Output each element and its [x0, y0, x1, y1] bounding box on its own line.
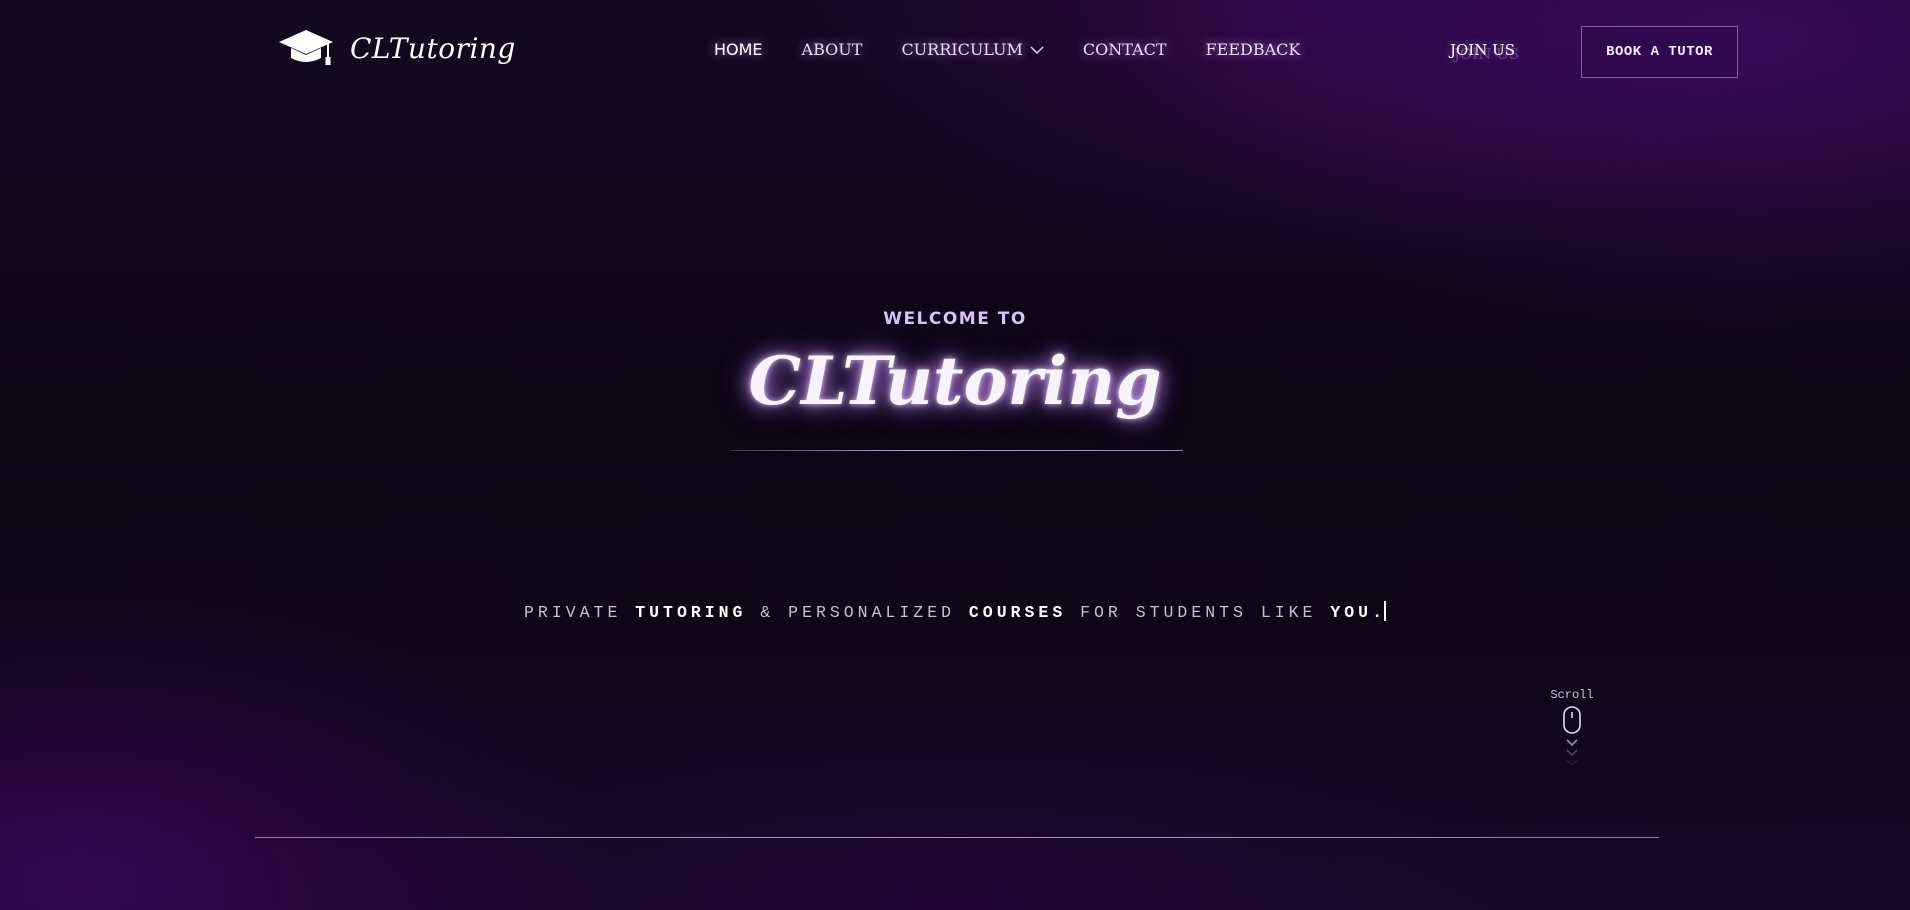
chevron-down-icon	[1566, 739, 1578, 747]
scroll-label: Scroll	[1550, 688, 1594, 702]
chevron-down-icon	[1030, 46, 1044, 54]
logo[interactable]: CLTutoring	[278, 28, 516, 68]
chevron-down-icon	[1566, 749, 1578, 757]
nav-contact[interactable]: CONTACT	[1083, 40, 1167, 59]
tagline-text: & PERSONALIZED	[746, 603, 969, 622]
nav-curriculum[interactable]: CURRICULUM	[901, 40, 1044, 59]
tagline-emphasis: TUTORING	[635, 603, 747, 622]
brand-name: CLTutoring	[350, 31, 516, 65]
nav-home[interactable]: HOME	[714, 40, 763, 59]
tagline-emphasis: COURSES	[968, 603, 1067, 622]
hero-tagline: PRIVATE TUTORING & PERSONALIZED COURSES …	[0, 601, 1910, 622]
mouse-icon[interactable]	[1563, 706, 1581, 734]
nav-curriculum-label: CURRICULUM	[901, 40, 1023, 59]
nav-feedback[interactable]: FEEDBACK	[1206, 40, 1301, 59]
book-a-tutor-button[interactable]: BOOK A TUTOR	[1581, 26, 1738, 78]
nav-about[interactable]: ABOUT	[802, 40, 863, 59]
tagline-text: PRIVATE	[524, 603, 636, 622]
join-us-link[interactable]: JOIN US	[1450, 41, 1515, 59]
typing-cursor	[1383, 601, 1386, 621]
site-header: CLTutoring HOME ABOUT CURRICULUM CONTACT…	[0, 0, 1910, 102]
section-divider	[255, 837, 1659, 838]
hero-welcome: WELCOME TO	[883, 309, 1027, 329]
hero-title: CLTutoring	[748, 342, 1162, 420]
hero-divider	[731, 450, 1183, 451]
tagline-text: FOR STUDENTS LIKE	[1066, 603, 1331, 622]
chevron-down-icon	[1566, 759, 1578, 767]
graduation-cap-icon	[279, 30, 333, 65]
main-nav: HOME ABOUT CURRICULUM CONTACT FEEDBACK	[714, 40, 1339, 59]
tagline-emphasis: YOU.	[1330, 603, 1386, 622]
